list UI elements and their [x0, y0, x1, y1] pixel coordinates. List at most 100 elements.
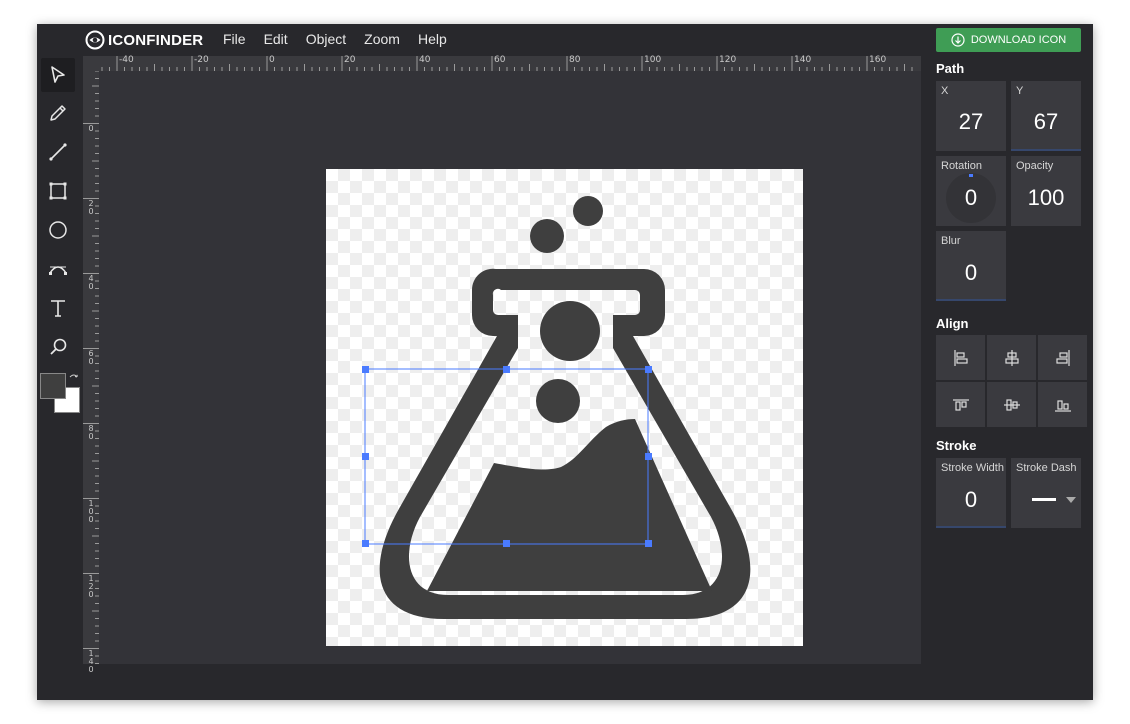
- flask-artwork: [379, 196, 751, 619]
- menu-help[interactable]: Help: [418, 31, 447, 47]
- align-top-button[interactable]: [936, 382, 985, 427]
- ruler-label: 120: [88, 574, 94, 599]
- swap-colors-icon[interactable]: [68, 373, 80, 385]
- select-tool[interactable]: [41, 58, 75, 92]
- rotation-label: Rotation: [941, 160, 982, 172]
- ruler-corner: [83, 56, 99, 71]
- x-value[interactable]: 27: [936, 109, 1006, 135]
- line-tool[interactable]: [41, 135, 75, 169]
- ruler-label: 40: [88, 274, 94, 291]
- top-bar: ICONFINDER File Edit Object Zoom Help: [37, 24, 921, 56]
- ruler-label: 20: [344, 55, 356, 65]
- y-label: Y: [1016, 85, 1024, 97]
- circle-icon: [49, 221, 67, 239]
- ruler-label: 80: [88, 424, 94, 441]
- zoom-tool[interactable]: [41, 330, 75, 364]
- pencil-icon: [50, 105, 66, 121]
- ruler-label: 80: [569, 55, 581, 65]
- stroke-section-title: Stroke: [936, 438, 977, 453]
- ellipse-tool[interactable]: [41, 213, 75, 247]
- align-buttons: [936, 335, 1087, 428]
- y-value[interactable]: 67: [1011, 109, 1081, 135]
- align-right-icon: [1055, 349, 1070, 366]
- iconfinder-logo[interactable]: ICONFINDER: [85, 29, 203, 51]
- ruler-label: 40: [419, 55, 431, 65]
- rectangle-tool[interactable]: [41, 174, 75, 208]
- download-icon: [951, 33, 965, 47]
- chevron-down-icon: [1066, 497, 1076, 503]
- menu-zoom[interactable]: Zoom: [364, 31, 400, 47]
- rotation-field[interactable]: Rotation 0: [936, 156, 1006, 226]
- stroke-dash-label: Stroke Dash: [1016, 462, 1077, 474]
- pencil-tool[interactable]: [41, 96, 75, 130]
- align-section-title: Align: [936, 316, 969, 331]
- text-tool[interactable]: [41, 291, 75, 325]
- align-center-horizontal-icon: [1004, 349, 1019, 366]
- download-button-label: DOWNLOAD ICON: [970, 34, 1067, 46]
- iconfinder-logo-icon: [85, 30, 105, 50]
- path-section-title: Path: [936, 61, 965, 76]
- field-underline: [1011, 149, 1081, 151]
- logo-text: ICONFINDER: [108, 31, 204, 49]
- ruler-label: -20: [194, 55, 209, 65]
- y-field[interactable]: Y 67: [1011, 81, 1081, 151]
- field-underline: [936, 299, 1006, 301]
- fill-color-swatch[interactable]: [40, 373, 66, 399]
- rotation-value[interactable]: 0: [936, 185, 1006, 211]
- field-underline: [936, 526, 1006, 528]
- horizontal-ruler: -40 -20 0 20 40 60 80 100 120 140 160: [83, 56, 921, 71]
- opacity-field[interactable]: Opacity 100: [1011, 156, 1081, 226]
- stroke-dash-select[interactable]: Stroke Dash: [1011, 458, 1081, 528]
- align-center-vertical-icon: [1003, 398, 1020, 411]
- ruler-label: 60: [494, 55, 506, 65]
- workspace[interactable]: [99, 71, 921, 664]
- opacity-label: Opacity: [1016, 160, 1054, 172]
- blur-field[interactable]: Blur 0: [936, 231, 1006, 301]
- ruler-label: 100: [644, 55, 662, 65]
- text-icon: [51, 300, 65, 317]
- align-left-button[interactable]: [936, 335, 985, 380]
- blur-label: Blur: [941, 235, 961, 247]
- properties-panel: DOWNLOAD ICON Path X 27 Y 67 Rotation 0 …: [921, 24, 1093, 700]
- x-field[interactable]: X 27: [936, 81, 1006, 151]
- solid-line-icon: [1032, 498, 1056, 501]
- line-icon: [49, 143, 67, 161]
- ruler-label: 0: [269, 55, 275, 65]
- blur-value[interactable]: 0: [936, 260, 1006, 286]
- ruler-label: 0: [88, 124, 94, 133]
- align-center-horizontal-button[interactable]: [987, 335, 1036, 380]
- flask-shape[interactable]: [379, 196, 751, 619]
- tool-bar: [37, 56, 83, 700]
- menu-edit[interactable]: Edit: [264, 31, 288, 47]
- align-top-icon: [952, 398, 969, 411]
- stroke-width-field[interactable]: Stroke Width 0: [936, 458, 1006, 528]
- stroke-width-label: Stroke Width: [941, 462, 1004, 474]
- rotation-indicator: [969, 174, 973, 177]
- ruler-label: 140: [88, 649, 94, 674]
- stroke-width-value[interactable]: 0: [936, 487, 1006, 513]
- align-bottom-icon: [1054, 399, 1071, 412]
- artboard[interactable]: [326, 169, 803, 646]
- menu-object[interactable]: Object: [306, 31, 346, 47]
- ruler-label: 120: [719, 55, 737, 65]
- align-center-vertical-button[interactable]: [987, 382, 1036, 427]
- ruler-label: 140: [794, 55, 812, 65]
- editor-window: ICONFINDER File Edit Object Zoom Help -4…: [37, 24, 1093, 700]
- align-bottom-button[interactable]: [1038, 382, 1087, 427]
- download-icon-button[interactable]: DOWNLOAD ICON: [936, 28, 1081, 52]
- align-left-icon: [953, 349, 968, 366]
- ruler-label: 60: [88, 349, 94, 366]
- bezier-curve-icon: [49, 266, 67, 275]
- vertical-ruler: 0 20 40 60 80 100 120 140: [83, 71, 99, 674]
- menu-bar: File Edit Object Zoom Help: [223, 31, 465, 47]
- opacity-value[interactable]: 100: [1011, 185, 1081, 211]
- ruler-label: 100: [88, 499, 94, 524]
- path-tool[interactable]: [41, 252, 75, 286]
- cursor-arrow-icon: [51, 66, 65, 83]
- color-swatches: [40, 373, 80, 415]
- align-right-button[interactable]: [1038, 335, 1087, 380]
- ruler-label: 20: [88, 199, 94, 216]
- ruler-label: 160: [869, 55, 887, 65]
- magnifier-icon: [50, 338, 67, 355]
- menu-file[interactable]: File: [223, 31, 246, 47]
